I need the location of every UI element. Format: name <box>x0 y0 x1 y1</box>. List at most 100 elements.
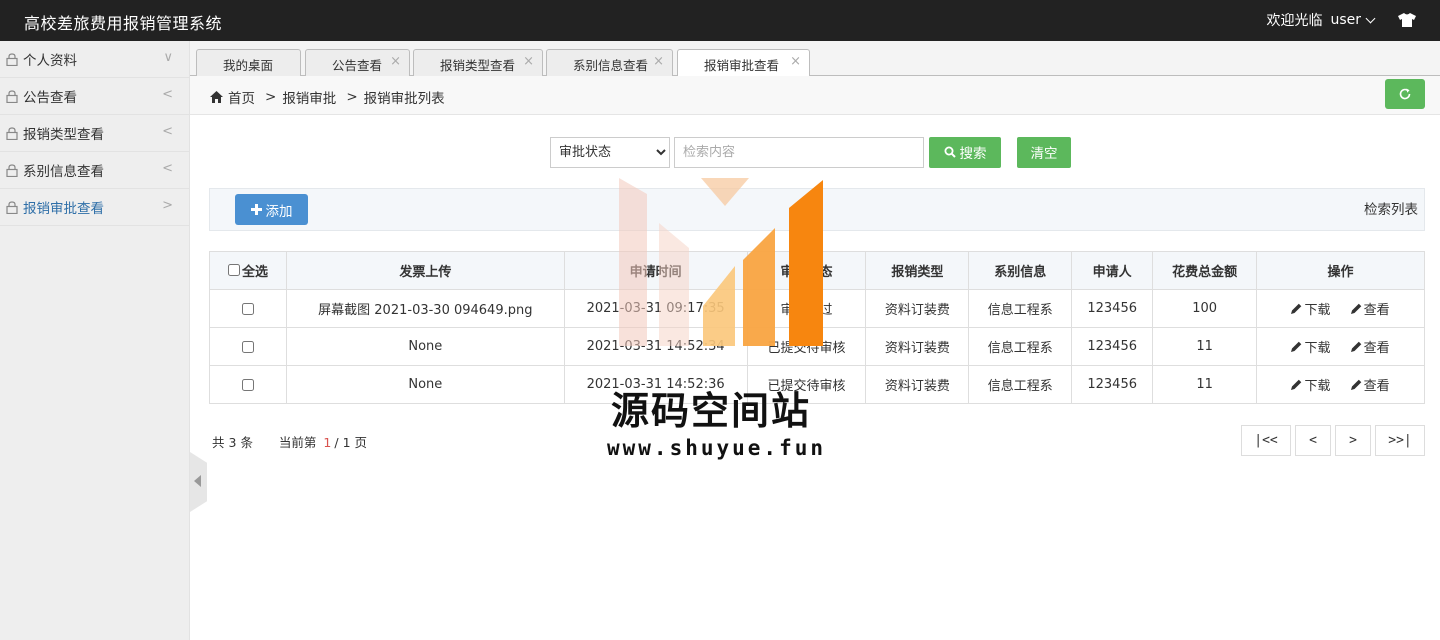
tab-bar: 我的桌面 公告查看 × 报销类型查看 × 系别信息查看 × 报销审批查看 × <box>190 41 1440 77</box>
clear-button[interactable]: 清空 <box>1017 136 1071 168</box>
app-title: 高校差旅费用报销管理系统 <box>24 14 223 33</box>
add-button[interactable]: 添加 <box>235 194 308 225</box>
download-link[interactable]: 下载 <box>1291 375 1330 394</box>
cell-actions: 下载 查看 <box>1256 289 1425 328</box>
lock-icon <box>6 52 18 66</box>
tab-approval[interactable]: 报销审批查看 × <box>677 49 810 77</box>
pages-suffix: 页 <box>354 435 368 450</box>
cell-actions: 下载 查看 <box>1256 365 1425 404</box>
view-link[interactable]: 查看 <box>1350 337 1390 356</box>
prev-page-button[interactable]: < <box>1295 425 1331 456</box>
row-checkbox[interactable] <box>241 378 254 391</box>
pencil-icon <box>1350 341 1361 352</box>
view-label: 查看 <box>1363 379 1390 394</box>
download-link[interactable]: 下载 <box>1291 299 1330 318</box>
breadcrumb: 首页 > 报销审批 > 报销审批列表 <box>210 87 445 107</box>
sidebar-item-approval[interactable]: 报销审批查看 > <box>0 189 189 226</box>
cell-dept: 信息工程系 <box>968 289 1073 328</box>
lock-icon <box>6 126 18 140</box>
close-icon[interactable]: × <box>790 54 801 69</box>
breadcrumb-level1[interactable]: 报销审批 <box>282 87 336 107</box>
close-icon[interactable]: × <box>390 54 401 69</box>
header-actions: 操作 <box>1256 251 1425 290</box>
cell-type: 资料订装费 <box>865 327 970 366</box>
sidebar-item-label: 公告查看 <box>23 90 77 106</box>
current-prefix: 当前第 <box>278 435 317 450</box>
user-menu[interactable]: user <box>1330 12 1376 28</box>
close-icon[interactable]: × <box>523 54 534 69</box>
sidebar: 个人资料 ∨ 公告查看 < 报销类型查看 < 系别信息查看 < 报销审批查看 > <box>0 41 190 640</box>
first-page-button[interactable]: |<< <box>1241 425 1291 456</box>
cell-type: 资料订装费 <box>865 289 970 328</box>
select-all-checkbox[interactable] <box>227 264 240 277</box>
cell-actions: 下载 查看 <box>1256 327 1425 366</box>
tab-label: 我的桌面 <box>223 58 274 73</box>
view-link[interactable]: 查看 <box>1350 299 1390 318</box>
lock-icon <box>6 89 18 103</box>
search-input[interactable] <box>674 136 924 168</box>
breadcrumb-bar: 首页 > 报销审批 > 报销审批列表 <box>190 76 1440 115</box>
download-label: 下载 <box>1304 341 1331 356</box>
tshirt-icon[interactable] <box>1398 13 1416 27</box>
header-dept: 系别信息 <box>968 251 1073 290</box>
total-prefix: 共 <box>212 435 225 450</box>
download-label: 下载 <box>1304 379 1331 394</box>
download-link[interactable]: 下载 <box>1291 337 1330 356</box>
cell-dept: 信息工程系 <box>968 327 1073 366</box>
cell-dept: 信息工程系 <box>968 365 1073 404</box>
breadcrumb-level2: 报销审批列表 <box>363 91 445 107</box>
cell-invoice: None <box>285 327 565 366</box>
breadcrumb-home[interactable]: 首页 <box>228 87 255 107</box>
cell-type: 资料订装费 <box>865 365 970 404</box>
refresh-button[interactable] <box>1385 79 1425 109</box>
status-select[interactable]: 审批状态 <box>550 136 670 168</box>
next-page-button[interactable]: > <box>1335 425 1371 456</box>
sidebar-item-notice[interactable]: 公告查看 < <box>0 78 189 115</box>
header-select-all: 全选 <box>209 251 287 290</box>
sidebar-item-label: 报销审批查看 <box>23 201 104 217</box>
sidebar-collapse-handle[interactable] <box>190 452 207 512</box>
view-link[interactable]: 查看 <box>1350 375 1390 394</box>
tab-desktop[interactable]: 我的桌面 <box>196 49 301 76</box>
row-checkbox[interactable] <box>241 302 254 315</box>
chevron-left-icon: < <box>162 124 173 139</box>
chevron-left-icon: < <box>162 161 173 176</box>
row-select-cell <box>209 327 287 366</box>
pagination-info: 共 3 条 当前第 1/ 1 页 <box>212 432 367 451</box>
pencil-icon <box>1291 341 1302 352</box>
header-type: 报销类型 <box>865 251 970 290</box>
pencil-icon <box>1350 379 1361 390</box>
header-amount: 花费总金额 <box>1152 251 1258 290</box>
add-button-label: 添加 <box>265 203 293 220</box>
tab-department[interactable]: 系别信息查看 × <box>546 49 673 76</box>
sidebar-item-expense-type[interactable]: 报销类型查看 < <box>0 115 189 152</box>
view-label: 查看 <box>1363 341 1390 356</box>
cell-applicant: 123456 <box>1071 365 1154 404</box>
tab-label: 报销类型查看 <box>440 58 516 73</box>
tab-expense-type[interactable]: 报销类型查看 × <box>413 49 543 76</box>
page-of: / <box>334 435 339 450</box>
current-page: 1 <box>323 435 332 450</box>
sidebar-item-profile[interactable]: 个人资料 ∨ <box>0 41 189 78</box>
row-checkbox[interactable] <box>241 340 254 353</box>
pencil-icon <box>1350 303 1361 314</box>
search-button-label: 搜索 <box>959 146 987 162</box>
chevron-left-icon: < <box>162 87 173 102</box>
welcome-text: 欢迎光临 <box>1266 13 1323 29</box>
cell-invoice: 屏幕截图 2021-03-30 094649.png <box>285 289 565 328</box>
plus-icon <box>250 204 262 215</box>
tab-notice[interactable]: 公告查看 × <box>305 49 410 76</box>
sidebar-item-label: 报销类型查看 <box>23 127 104 143</box>
search-icon <box>944 146 956 158</box>
sidebar-item-label: 系别信息查看 <box>23 164 104 180</box>
chevron-down-icon <box>1365 13 1376 23</box>
close-icon[interactable]: × <box>653 54 664 69</box>
search-button[interactable]: 搜索 <box>929 136 1001 168</box>
last-page-button[interactable]: >>| <box>1375 425 1425 456</box>
breadcrumb-separator: > <box>265 89 277 105</box>
sidebar-item-department[interactable]: 系别信息查看 < <box>0 152 189 189</box>
page-count: 1 <box>342 435 351 450</box>
user-area: 欢迎光临 user <box>1266 10 1416 30</box>
top-bar: 高校差旅费用报销管理系统 欢迎光临 user <box>0 0 1440 41</box>
download-label: 下载 <box>1304 303 1331 318</box>
